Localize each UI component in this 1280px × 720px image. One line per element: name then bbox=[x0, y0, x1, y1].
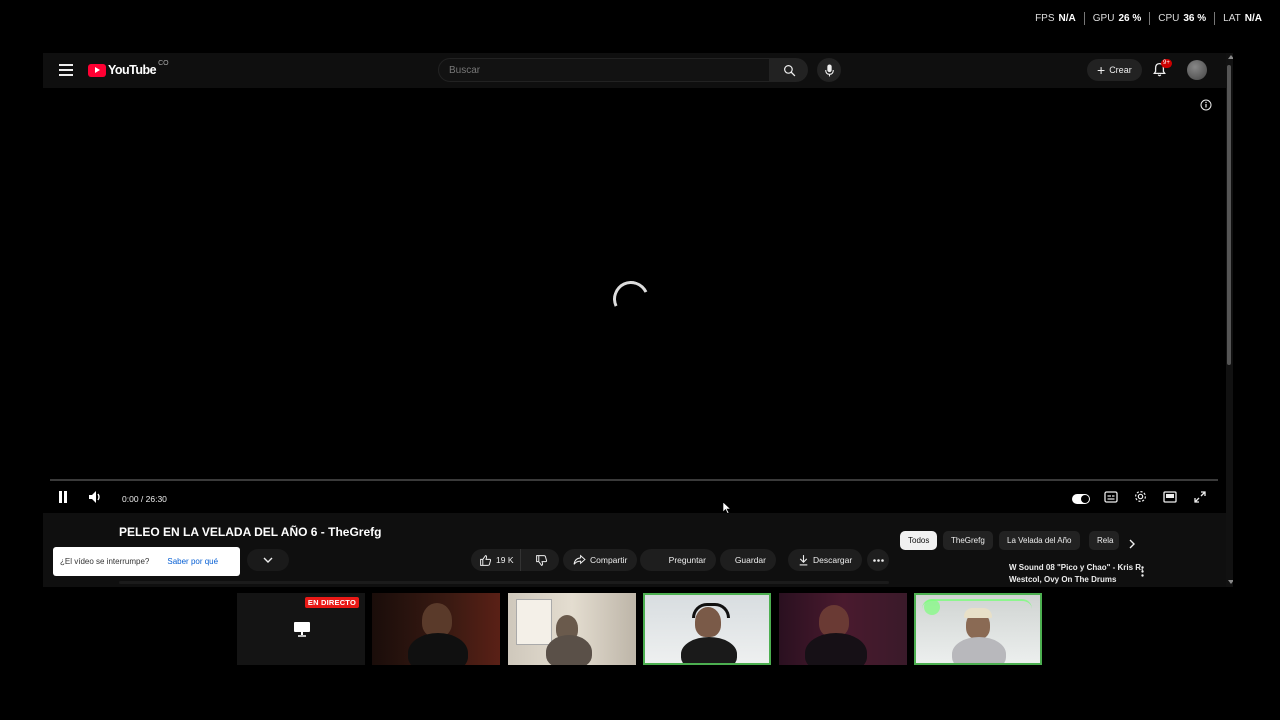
play-logo-icon bbox=[88, 63, 106, 77]
recommendation-title[interactable]: W Sound 08 "Pico y Chao" - Kris R, Westc… bbox=[1009, 562, 1149, 586]
search-box bbox=[438, 58, 770, 82]
share-icon bbox=[573, 554, 586, 565]
time-display: 0:00 / 26:30 bbox=[122, 494, 167, 504]
subtitles-icon[interactable] bbox=[1104, 490, 1118, 508]
chip-todos[interactable]: Todos bbox=[900, 531, 938, 550]
scroll-up-arrow-icon[interactable] bbox=[1228, 55, 1233, 59]
thumbs-up-icon bbox=[480, 554, 492, 566]
video-player[interactable]: 0:00 / 26:30 bbox=[43, 88, 1226, 514]
mouse-pointer-icon bbox=[722, 501, 732, 519]
chevron-down-icon bbox=[263, 557, 273, 563]
chip-la-velada[interactable]: La Velada del Año bbox=[999, 531, 1080, 550]
scroll-down-arrow-icon[interactable] bbox=[1228, 580, 1233, 584]
participant-tile-4-active[interactable] bbox=[643, 593, 771, 665]
headphones-icon bbox=[692, 603, 730, 618]
info-icon[interactable] bbox=[1200, 98, 1212, 116]
download-button[interactable]: Descargar bbox=[788, 549, 863, 571]
performance-stats: FPS N/A GPU 26 % CPU 36 % LAT N/A bbox=[1027, 12, 1270, 25]
participant-tile-screen-share[interactable]: EN DIRECTO bbox=[237, 593, 365, 665]
search-input[interactable] bbox=[439, 59, 769, 81]
participant-tile-2[interactable] bbox=[372, 593, 500, 665]
stat-gpu: GPU 26 % bbox=[1083, 12, 1149, 25]
interrupt-question: ¿El vídeo se interrumpe? bbox=[60, 557, 150, 566]
create-button[interactable]: + Crear bbox=[1087, 59, 1142, 81]
scrollbar[interactable] bbox=[1226, 53, 1233, 587]
plus-icon: + bbox=[1097, 62, 1106, 78]
more-vertical-icon[interactable] bbox=[1141, 564, 1144, 582]
like-dislike-group: 19 K bbox=[471, 549, 559, 571]
more-actions-button[interactable] bbox=[867, 549, 889, 571]
expand-dropdown-button[interactable] bbox=[247, 549, 289, 571]
participant-tile-5[interactable] bbox=[779, 593, 907, 665]
like-button[interactable]: 19 K bbox=[471, 549, 521, 571]
live-badge: EN DIRECTO bbox=[304, 597, 359, 608]
top-bar: YouTube CO + Crear 9+ bbox=[43, 53, 1226, 88]
chip-thegrefg[interactable]: TheGrefg bbox=[943, 531, 993, 550]
settings-gear-icon[interactable] bbox=[1134, 490, 1147, 508]
participant-tile-6-active[interactable] bbox=[914, 593, 1042, 665]
progress-bar[interactable] bbox=[50, 479, 1218, 481]
youtube-window: YouTube CO + Crear 9+ bbox=[43, 53, 1233, 587]
screen-share-icon bbox=[293, 621, 311, 642]
theater-mode-icon[interactable] bbox=[1163, 490, 1177, 508]
voice-search-button[interactable] bbox=[817, 58, 841, 82]
chips-next-button[interactable] bbox=[1129, 536, 1135, 554]
video-title: PELEO EN LA VELADA DEL AÑO 6 - TheGrefg bbox=[119, 525, 382, 539]
description-bar bbox=[119, 581, 889, 584]
autoplay-toggle[interactable] bbox=[1072, 494, 1090, 504]
logo-country-code: CO bbox=[158, 60, 169, 67]
learn-why-link[interactable]: Saber por qué bbox=[167, 557, 218, 566]
stat-fps: FPS N/A bbox=[1035, 13, 1076, 24]
fullscreen-icon[interactable] bbox=[1194, 490, 1206, 508]
download-icon bbox=[799, 555, 808, 566]
volume-icon[interactable] bbox=[88, 490, 101, 509]
menu-icon[interactable] bbox=[59, 64, 73, 76]
loading-spinner-icon bbox=[607, 275, 655, 323]
download-label: Descargar bbox=[813, 555, 853, 565]
logo-text: YouTube bbox=[108, 63, 157, 77]
participant-video bbox=[422, 603, 452, 637]
participant-tile-3[interactable] bbox=[508, 593, 636, 665]
thumbs-down-icon bbox=[536, 554, 548, 566]
ask-label: Preguntar bbox=[668, 555, 706, 565]
create-label: Crear bbox=[1109, 65, 1132, 75]
avatar[interactable] bbox=[1187, 60, 1207, 80]
like-count: 19 K bbox=[496, 555, 514, 565]
microphone-icon bbox=[824, 64, 834, 76]
youtube-logo[interactable]: YouTube CO bbox=[88, 60, 169, 77]
search-button[interactable] bbox=[770, 58, 808, 82]
dislike-button[interactable] bbox=[525, 549, 559, 571]
save-button[interactable]: Guardar bbox=[720, 549, 776, 571]
notification-badge: 9+ bbox=[1161, 59, 1172, 68]
search-icon bbox=[783, 64, 795, 76]
notifications-button[interactable]: 9+ bbox=[1153, 59, 1172, 82]
chip-related[interactable]: Rela bbox=[1089, 531, 1119, 550]
share-button[interactable]: Compartir bbox=[563, 549, 638, 571]
pause-icon[interactable] bbox=[57, 490, 69, 509]
player-controls: 0:00 / 26:30 bbox=[43, 486, 1226, 512]
ask-button[interactable]: Preguntar bbox=[640, 549, 716, 571]
more-horizontal-icon bbox=[872, 558, 884, 562]
stat-cpu: CPU 36 % bbox=[1149, 12, 1214, 25]
share-label: Compartir bbox=[590, 555, 628, 565]
chevron-right-icon bbox=[1129, 539, 1135, 549]
save-label: Guardar bbox=[734, 555, 766, 565]
interrupt-notice: ¿El vídeo se interrumpe? Saber por qué bbox=[53, 547, 240, 576]
stat-lat: LAT N/A bbox=[1214, 12, 1270, 25]
scrollbar-thumb[interactable] bbox=[1227, 65, 1231, 365]
